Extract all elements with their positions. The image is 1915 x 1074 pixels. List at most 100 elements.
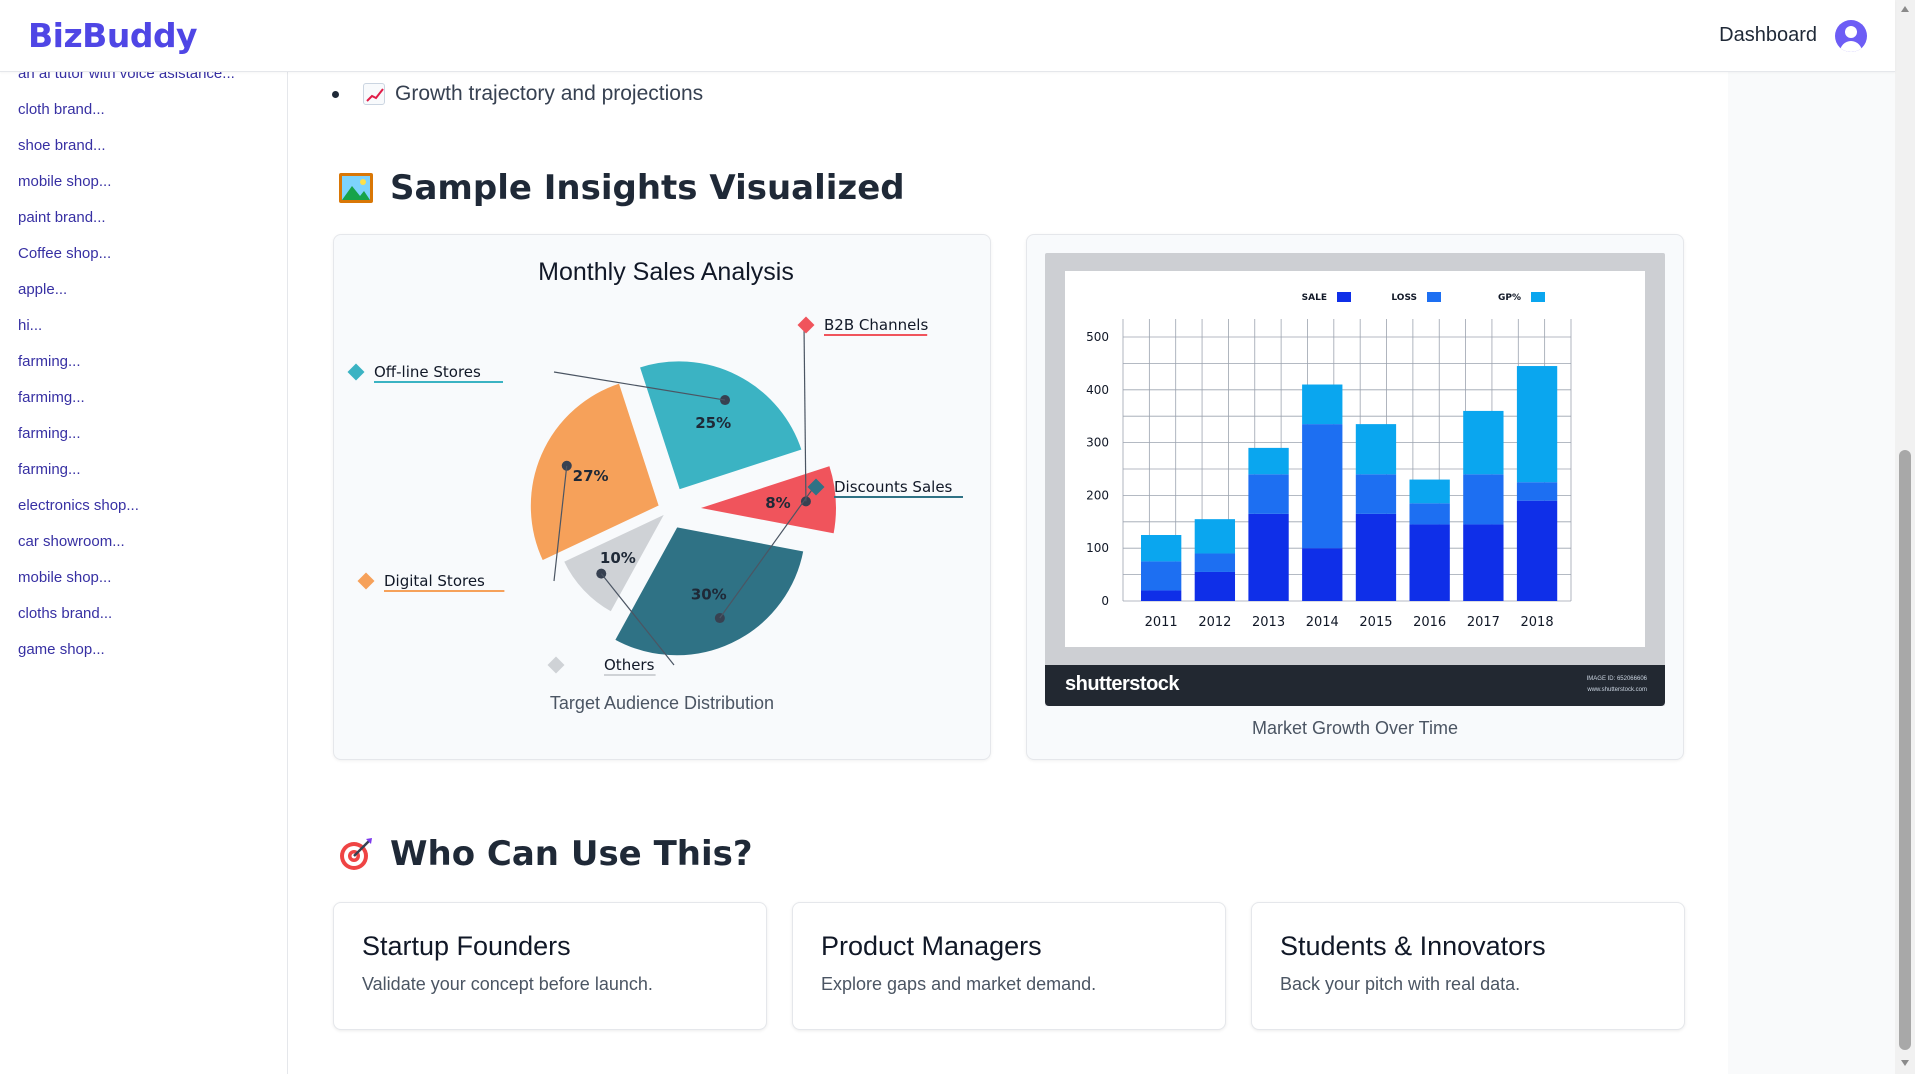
callout-label: Discounts Sales [834,478,953,496]
bar-caption: Market Growth Over Time [1251,718,1459,738]
bar-segment [1141,535,1182,562]
bar-segment [1463,474,1504,525]
use-card-title: Students & Innovators [1280,931,1546,961]
stock-image-footer: shutterstock IMAGE ID: 652066606 www.shu… [1045,665,1665,706]
use-card-title: Product Managers [821,931,1042,961]
x-tick-label: 2013 [1252,615,1285,630]
bar-segment [1302,384,1343,425]
user-avatar-icon[interactable] [1835,19,1867,52]
bar-segment [1516,482,1558,501]
brand-logo[interactable]: BizBuddy [28,16,198,55]
right-gutter [1728,72,1895,1074]
pie-value-label: 8% [765,494,790,512]
bar-segment [1194,571,1236,601]
scroll-up-arrow-icon[interactable] [1901,6,1909,12]
y-tick-label: 200 [1086,488,1109,502]
history-list: an ai tutor with voice asistance... clot… [18,62,235,674]
sidebar: an ai tutor with voice asistance... clot… [0,0,288,1074]
bar-segment [1355,424,1397,475]
history-item[interactable]: game shop... [18,638,235,674]
pie-caption: Target Audience Distribution [549,693,775,713]
history-item[interactable]: farming... [18,458,235,494]
legend-swatch [1531,292,1545,302]
bar-segment [1194,519,1236,554]
stock-image-frame: 0 100 200 300 400 500 2011 2012 2013 2014 2015 2016… [1045,253,1665,706]
pie-chart-card: Monthly Sales Analysis 25% 8% 30% 10% 27% Of… [333,234,991,760]
y-tick-label: 100 [1086,541,1109,555]
bar-segment [1409,503,1450,525]
legend-swatch [1427,292,1441,302]
bar-chart: 0 100 200 300 400 500 2011 2012 2013 2014 2015 2016… [1086,292,1572,630]
callout-label: Digital Stores [384,572,485,590]
top-right-nav: Dashboard [1719,19,1867,52]
history-item[interactable]: electronics shop... [18,494,235,530]
main-content: Growth trajectory and projections Sample… [289,72,1728,1074]
history-item[interactable]: farmimg... [18,386,235,422]
x-tick-label: 2012 [1198,615,1231,630]
y-tick-label: 0 [1101,594,1109,608]
legend-label: SALE [1302,293,1327,303]
history-item[interactable]: cloths brand... [18,602,235,638]
legend-diamond-icon [347,363,365,381]
insights-heading: Sample Insights Visualized [338,168,905,208]
bullet-dot [332,90,339,98]
history-item[interactable]: paint brand... [18,206,235,242]
bar-chart-card: 0 100 200 300 400 500 2011 2012 2013 2014 2015 2016… [1026,234,1684,760]
y-tick-label: 300 [1086,436,1109,450]
history-item[interactable]: farming... [18,422,235,458]
bar-segment [1355,474,1397,514]
bar-segment [1355,513,1397,601]
history-item[interactable]: cloth brand... [18,98,235,134]
history-item[interactable]: shoe brand... [18,134,235,170]
x-tick-label: 2011 [1145,615,1178,630]
bar-segment [1463,410,1504,475]
pie-value-label: 30% [691,586,727,604]
use-card-students: Students & Innovators Back your pitch wi… [1251,902,1685,1030]
bar-segment [1302,424,1343,549]
use-card-startup: Startup Founders Validate your concept b… [333,902,767,1030]
history-item[interactable]: mobile shop... [18,566,235,602]
chart-increasing-icon [363,83,385,105]
bar-segment [1516,500,1558,601]
bar-segment [1409,479,1450,504]
pie-chart: Monthly Sales Analysis 25% 8% 30% 10% 27% Of… [347,258,963,676]
chart-title: Monthly Sales Analysis [538,258,794,286]
bar-segment [1409,524,1450,601]
y-tick-label: 500 [1086,330,1109,344]
callout-label: Off-line Stores [374,363,481,381]
bar-segment [1248,513,1289,601]
scroll-thumb[interactable] [1899,450,1911,1050]
bar-segment [1141,590,1182,601]
page-scrollbar[interactable] [1895,0,1915,1074]
callout-label: B2B Channels [824,316,928,334]
bullet-item: Growth trajectory and projections [332,82,703,106]
legend-diamond-icon [547,656,565,674]
history-item[interactable]: Coffee shop... [18,242,235,278]
use-card-desc: Back your pitch with real data. [1280,974,1521,994]
x-tick-label: 2017 [1467,615,1500,630]
bar-segment [1248,447,1289,475]
x-tick-label: 2016 [1413,615,1446,630]
legend-label: LOSS [1391,293,1417,303]
use-heading: Who Can Use This? [338,834,753,874]
y-tick-label: 400 [1086,383,1109,397]
insights-title: Sample Insights Visualized [390,168,905,208]
history-item[interactable]: car showroom... [18,530,235,566]
history-item[interactable]: farming... [18,350,235,386]
pie-value-label: 10% [600,549,636,567]
stock-site: www.shutterstock.com [1587,687,1647,693]
bar-segment [1516,366,1558,483]
stock-image-id: IMAGE ID: 652066606 [1586,676,1647,682]
stock-brand-text: shutterstock [1065,673,1180,695]
legend-diamond-icon [797,316,815,334]
dashboard-link[interactable]: Dashboard [1719,24,1817,47]
history-item[interactable]: hi... [18,314,235,350]
pie-value-label: 25% [695,414,731,432]
use-title: Who Can Use This? [390,834,753,874]
use-card-desc: Explore gaps and market demand. [821,974,1097,994]
history-item[interactable]: apple... [18,278,235,314]
bar-segment [1141,561,1182,591]
scroll-down-arrow-icon[interactable] [1901,1060,1909,1066]
x-tick-label: 2018 [1521,615,1554,630]
history-item[interactable]: mobile shop... [18,170,235,206]
